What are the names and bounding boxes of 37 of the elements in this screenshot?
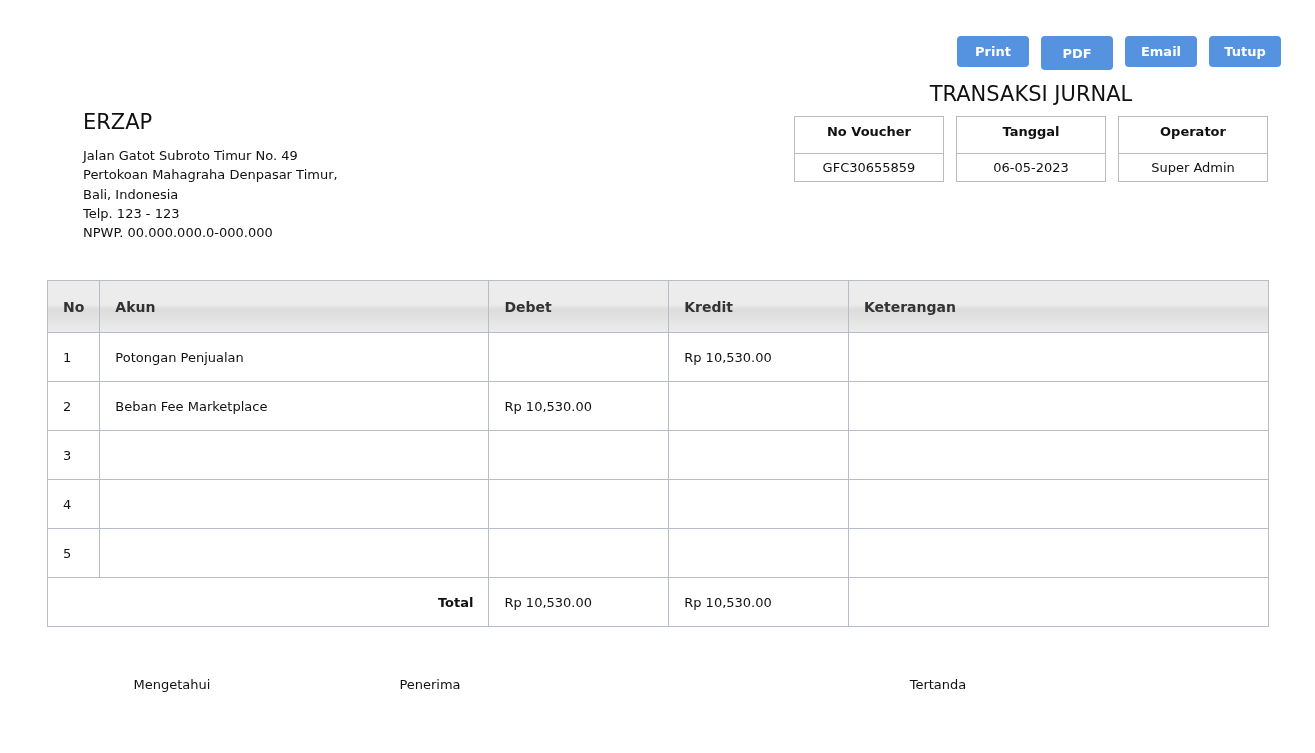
signature-label: Penerima bbox=[398, 677, 462, 693]
company-address-line: Pertokoan Mahagraha Denpasar Timur, bbox=[83, 166, 338, 185]
credit-cell: Rp 10,530.00 bbox=[668, 333, 849, 382]
column-header: Debet bbox=[488, 281, 669, 333]
signature-label: Tertanda bbox=[908, 677, 968, 693]
document-title: TRANSAKSI JURNAL bbox=[929, 82, 1133, 106]
column-header: Akun bbox=[99, 281, 489, 333]
debit-cell: Rp 10,530.00 bbox=[488, 382, 669, 431]
company-address-line: Bali, Indonesia bbox=[83, 185, 180, 204]
info-label: No Voucher bbox=[795, 117, 943, 154]
info-label: Tanggal bbox=[957, 117, 1105, 154]
column-header: No bbox=[47, 281, 100, 333]
info-value: 06-05-2023 bbox=[992, 159, 1070, 177]
total-debit-cell: Rp 10,530.00 bbox=[488, 578, 669, 627]
row-number-cell: 3 bbox=[47, 431, 100, 480]
toolbar-button[interactable]: Tutup bbox=[1209, 36, 1281, 67]
column-header: Keterangan bbox=[848, 281, 1269, 333]
row-number-cell: 5 bbox=[47, 529, 100, 578]
row-number-cell: 4 bbox=[47, 480, 100, 529]
signature-label: Mengetahui bbox=[132, 677, 212, 693]
company-address-line: Telp. 123 - 123 bbox=[83, 204, 181, 223]
info-value: GFC30655859 bbox=[821, 159, 917, 177]
company-address-line: NPWP. 00.000.000.0-000.000 bbox=[83, 224, 274, 243]
toolbar-button[interactable]: Print bbox=[957, 36, 1029, 67]
row-number-cell: 2 bbox=[47, 382, 100, 431]
info-label: Operator bbox=[1119, 117, 1267, 154]
total-label: Total bbox=[47, 578, 489, 627]
row-number-cell: 1 bbox=[47, 333, 100, 382]
account-cell: Potongan Penjualan bbox=[99, 333, 489, 382]
total-credit-cell: Rp 10,530.00 bbox=[668, 578, 849, 627]
toolbar-button[interactable]: PDF bbox=[1041, 36, 1113, 70]
account-cell: Beban Fee Marketplace bbox=[99, 382, 489, 431]
info-value: Super Admin bbox=[1150, 159, 1236, 177]
toolbar-button[interactable]: Email bbox=[1125, 36, 1197, 67]
company-address-line: Jalan Gatot Subroto Timur No. 49 bbox=[83, 147, 299, 165]
company-name: ERZAP bbox=[83, 110, 154, 134]
column-header: Kredit bbox=[668, 281, 849, 333]
